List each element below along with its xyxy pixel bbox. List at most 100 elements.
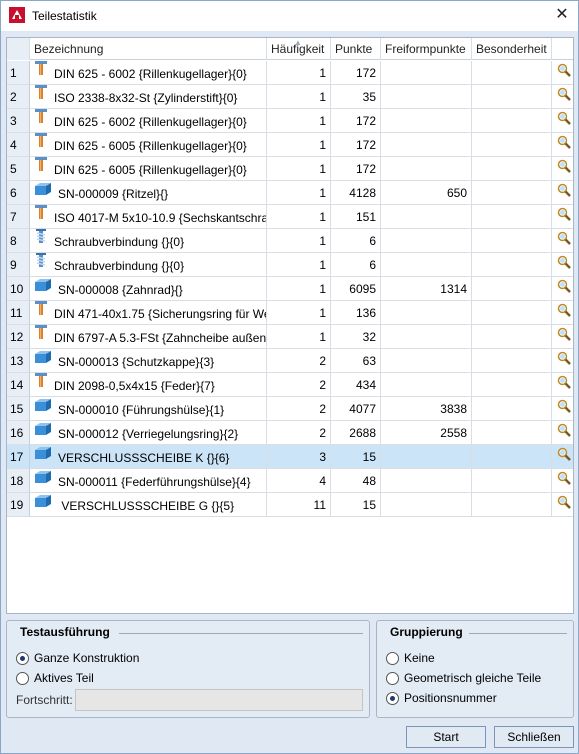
points-cell: 151 (331, 205, 381, 229)
part-name-cell[interactable]: SN-000009 {Ritzel}{} (30, 181, 267, 205)
part-name-cell[interactable]: SN-000010 {Führungshülse}{1} (30, 397, 267, 421)
row-number: 8 (7, 229, 30, 253)
part-name: VERSCHLUSSSCHEIBE G {}{5} (58, 498, 235, 513)
column-header-freeform-points[interactable]: Freiformpunkte (381, 38, 472, 60)
points-cell: 172 (331, 157, 381, 181)
magnifier-icon[interactable] (552, 157, 573, 181)
table-row[interactable]: 4 DIN 625 - 6005 {Rillenkugellager}{0} 1 17… (7, 133, 573, 157)
magnifier-icon[interactable] (552, 109, 573, 133)
magnifier-icon[interactable] (552, 349, 573, 373)
radio-none[interactable]: Keine (386, 651, 435, 665)
close-button[interactable]: Schließen (494, 726, 574, 748)
frequency-cell: 1 (267, 277, 331, 301)
table-row[interactable]: 2 ISO 2338-8x32-St {Zylinderstift}{0} 1 35 (7, 85, 573, 109)
magnifier-icon[interactable] (552, 301, 573, 325)
magnifier-icon[interactable] (552, 373, 573, 397)
column-header-special[interactable]: Besonderheit (472, 38, 552, 60)
close-icon[interactable]: ✕ (552, 5, 572, 25)
table-row[interactable]: 14 DIN 2098-0,5x4x15 {Feder}{7} 2 434 (7, 373, 573, 397)
frequency-cell: 2 (267, 373, 331, 397)
part-name-cell[interactable]: DIN 2098-0,5x4x15 {Feder}{7} (30, 373, 267, 397)
solid-part-icon (34, 469, 52, 492)
magnifier-icon[interactable] (552, 133, 573, 157)
magnifier-icon[interactable] (552, 181, 573, 205)
part-name-cell[interactable]: SN-000008 {Zahnrad}{} (30, 277, 267, 301)
radio-active-part[interactable]: Aktives Teil (16, 671, 94, 685)
part-name-cell[interactable]: DIN 625 - 6005 {Rillenkugellager}{0} (30, 133, 267, 157)
table-row[interactable]: 1 DIN 625 - 6002 {Rillenkugellager}{0} 1 17… (7, 61, 573, 85)
part-name-cell[interactable]: SN-000013 {Schutzkappe}{3} (30, 349, 267, 373)
freeform-points-cell (381, 253, 472, 277)
magnifier-icon[interactable] (552, 325, 573, 349)
start-button[interactable]: Start (406, 726, 486, 748)
points-cell: 4077 (331, 397, 381, 421)
part-name-cell[interactable]: SN-000012 {Verriegelungsring}{2} (30, 421, 267, 445)
table-row[interactable]: 7 ISO 4017-M 5x10-10.9 {Sechskantschrau 1 1… (7, 205, 573, 229)
radio-position-number[interactable]: Positionsnummer (386, 691, 497, 705)
magnifier-icon[interactable] (552, 61, 573, 85)
magnifier-icon[interactable] (552, 205, 573, 229)
part-name-cell[interactable]: DIN 6797-A 5.3-FSt {Zahncheibe außeng (30, 325, 267, 349)
radio-whole-construction[interactable]: Ganze Konstruktion (16, 651, 139, 665)
table-row[interactable]: 12 DIN 6797-A 5.3-FSt {Zahncheibe außeng 1… (7, 325, 573, 349)
table-row[interactable]: 19 VERSCHLUSSSCHEIBE G {}{5} 11 15 (7, 493, 573, 517)
radio-geometric-equal[interactable]: Geometrisch gleiche Teile (386, 671, 541, 685)
part-name-cell[interactable]: DIN 625 - 6005 {Rillenkugellager}{0} (30, 157, 267, 181)
table-row[interactable]: 15 SN-000010 {Führungshülse}{1} 2 4077 3838 (7, 397, 573, 421)
table-row[interactable]: 17 VERSCHLUSSSCHEIBE K {}{6} 3 15 (7, 445, 573, 469)
special-cell (472, 205, 552, 229)
magnifier-icon[interactable] (552, 277, 573, 301)
table-header: Bezeichnung ▲ Häufigkeit Punkte Freiform… (7, 38, 573, 60)
magnifier-icon[interactable] (552, 493, 573, 517)
points-cell: 35 (331, 85, 381, 109)
special-cell (472, 181, 552, 205)
radio-whole-construction-dot[interactable] (16, 651, 29, 665)
table-row[interactable]: 6 SN-000009 {Ritzel}{} 1 4128 650 (7, 181, 573, 205)
magnifier-icon[interactable] (552, 253, 573, 277)
norm-part-icon (34, 61, 48, 84)
part-name-cell[interactable]: Schraubverbindung {}{0} (30, 253, 267, 277)
magnifier-icon[interactable] (552, 85, 573, 109)
row-number: 19 (7, 493, 30, 517)
frequency-cell: 1 (267, 205, 331, 229)
part-name: SN-000008 {Zahnrad}{} (58, 282, 183, 297)
freeform-points-cell (381, 349, 472, 373)
radio-active-part-dot[interactable] (16, 671, 29, 685)
table-row[interactable]: 5 DIN 625 - 6005 {Rillenkugellager}{0} 1 17… (7, 157, 573, 181)
table-row[interactable]: 18 SN-000011 {Federführungshülse}{4} 4 48 (7, 469, 573, 493)
column-header-name[interactable]: Bezeichnung (30, 38, 267, 60)
solid-part-icon (34, 397, 52, 420)
magnifier-icon[interactable] (552, 397, 573, 421)
part-name-cell[interactable]: VERSCHLUSSSCHEIBE K {}{6} (30, 445, 267, 469)
table-row[interactable]: 16 SN-000012 {Verriegelungsring}{2} 2 2688 2… (7, 421, 573, 445)
radio-whole-construction-label: Ganze Konstruktion (34, 651, 140, 665)
magnifier-icon[interactable] (552, 229, 573, 253)
radio-position-number-dot[interactable] (386, 691, 399, 705)
table-row[interactable]: 9 Schraubverbindung {}{0} 1 6 (7, 253, 573, 277)
magnifier-icon[interactable] (552, 469, 573, 493)
special-cell (472, 133, 552, 157)
column-header-frequency[interactable]: ▲ Häufigkeit (267, 38, 331, 60)
magnifier-icon[interactable] (552, 421, 573, 445)
part-name: SN-000011 {Federführungshülse}{4} (58, 474, 251, 489)
radio-none-dot[interactable] (386, 651, 399, 665)
column-header-points[interactable]: Punkte (331, 38, 381, 60)
table-row[interactable]: 10 SN-000008 {Zahnrad}{} 1 6095 1314 (7, 277, 573, 301)
table-row[interactable]: 13 SN-000013 {Schutzkappe}{3} 2 63 (7, 349, 573, 373)
part-name-cell[interactable]: ISO 2338-8x32-St {Zylinderstift}{0} (30, 85, 267, 109)
part-name-cell[interactable]: Schraubverbindung {}{0} (30, 229, 267, 253)
part-name-cell[interactable]: ISO 4017-M 5x10-10.9 {Sechskantschrau (30, 205, 267, 229)
magnifier-icon[interactable] (552, 445, 573, 469)
row-number: 11 (7, 301, 30, 325)
points-cell: 6 (331, 253, 381, 277)
part-name-cell[interactable]: DIN 625 - 6002 {Rillenkugellager}{0} (30, 109, 267, 133)
radio-geometric-equal-dot[interactable] (386, 671, 399, 685)
solid-part-icon (34, 445, 52, 468)
table-row[interactable]: 8 Schraubverbindung {}{0} 1 6 (7, 229, 573, 253)
part-name-cell[interactable]: SN-000011 {Federführungshülse}{4} (30, 469, 267, 493)
part-name-cell[interactable]: VERSCHLUSSSCHEIBE G {}{5} (30, 493, 267, 517)
part-name-cell[interactable]: DIN 471-40x1.75 {Sicherungsring für We (30, 301, 267, 325)
part-name-cell[interactable]: DIN 625 - 6002 {Rillenkugellager}{0} (30, 61, 267, 85)
table-row[interactable]: 3 DIN 625 - 6002 {Rillenkugellager}{0} 1 17… (7, 109, 573, 133)
table-row[interactable]: 11 DIN 471-40x1.75 {Sicherungsring für We… (7, 301, 573, 325)
